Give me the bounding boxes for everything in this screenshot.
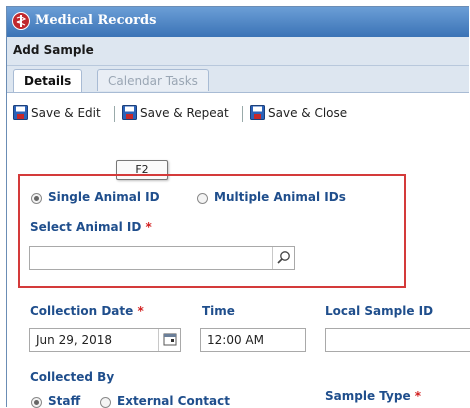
animal-id-search-button[interactable]: [272, 247, 294, 269]
staff-label: Staff: [48, 394, 81, 408]
calendar-icon: [163, 333, 177, 346]
single-animal-id-radio[interactable]: [31, 193, 42, 204]
tab-strip: Details Calendar Tasks: [7, 66, 469, 93]
save-repeat-label: Save & Repeat: [140, 106, 229, 120]
local-sample-id-input[interactable]: [325, 328, 470, 352]
dialog-title: Add Sample: [13, 43, 94, 57]
save-edit-label: Save & Edit: [31, 106, 101, 120]
time-input[interactable]: 12:00 AM: [200, 328, 306, 352]
app-title-bar: Medical Records: [7, 7, 469, 37]
collection-date-text: Collection Date: [30, 304, 134, 318]
external-contact-radio[interactable]: [100, 397, 111, 408]
date-picker-button[interactable]: [158, 329, 180, 351]
animal-id-input[interactable]: [29, 246, 295, 270]
select-animal-id-label: Select Animal ID *: [30, 220, 152, 234]
toolbar-separator: [242, 106, 243, 122]
required-mark: *: [137, 304, 144, 318]
toolbar-separator: [114, 106, 115, 122]
save-disk-icon: [122, 105, 137, 120]
collection-date-value: Jun 29, 2018: [36, 333, 113, 347]
staff-radio[interactable]: [31, 397, 42, 408]
magnifier-icon: [277, 251, 290, 264]
time-value: 12:00 AM: [207, 333, 264, 347]
select-animal-id-text: Select Animal ID: [30, 220, 142, 234]
medical-app-icon: [12, 12, 30, 30]
save-close-label: Save & Close: [268, 106, 348, 120]
local-sample-id-label: Local Sample ID: [325, 304, 434, 318]
multiple-animal-ids-radio[interactable]: [197, 193, 208, 204]
external-contact-label: External Contact: [117, 394, 230, 408]
sample-type-label: Sample Type *: [325, 389, 421, 403]
dialog-header: Add Sample: [7, 37, 469, 66]
toolbar: Save & Edit Save & Repeat Save & Close: [7, 93, 469, 139]
collection-date-label: Collection Date *: [30, 304, 144, 318]
app-title: Medical Records: [35, 13, 157, 28]
sample-type-text: Sample Type: [325, 389, 411, 403]
save-disk-icon: [13, 105, 28, 120]
multiple-animal-ids-label: Multiple Animal IDs: [214, 190, 346, 204]
tab-details[interactable]: Details: [13, 69, 83, 92]
collected-by-label: Collected By: [30, 370, 115, 384]
single-animal-id-label: Single Animal ID: [48, 190, 160, 204]
tab-calendar-tasks[interactable]: Calendar Tasks: [97, 69, 209, 91]
required-mark: *: [414, 389, 422, 403]
time-label: Time: [202, 304, 235, 318]
required-mark: *: [145, 220, 152, 234]
save-disk-icon: [250, 105, 265, 120]
